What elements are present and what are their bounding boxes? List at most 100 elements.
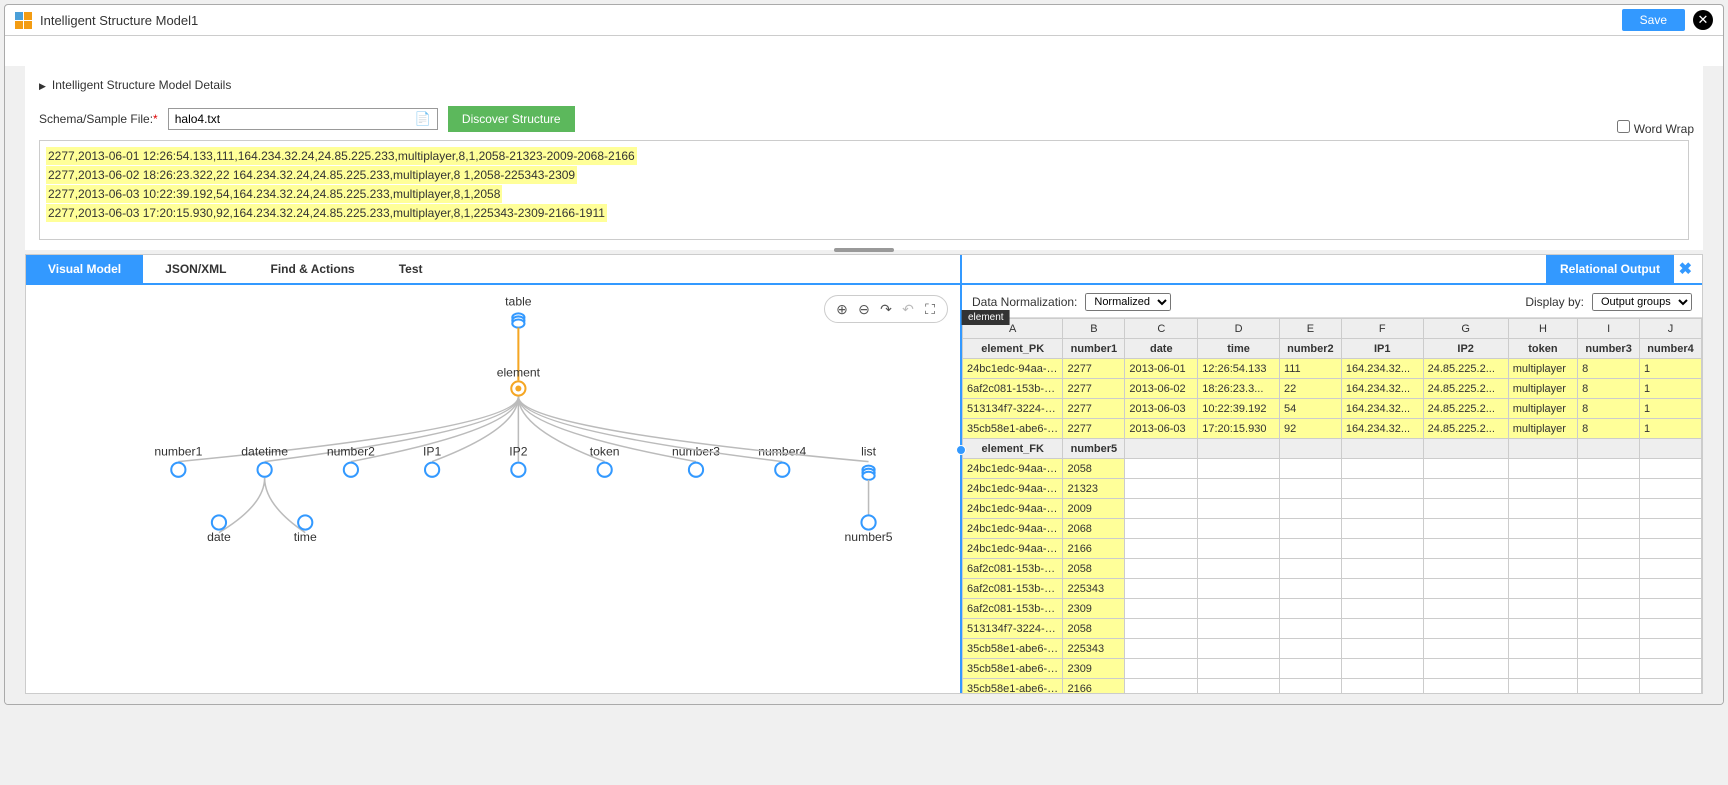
grid-col-header[interactable]: token	[1508, 339, 1577, 359]
zoom-in-icon[interactable]: ⊕	[833, 300, 851, 318]
grid-cell[interactable]: 111	[1279, 359, 1341, 379]
grid-cell[interactable]	[1423, 639, 1508, 659]
grid-cell[interactable]	[1640, 519, 1702, 539]
grid-cell[interactable]	[1640, 499, 1702, 519]
grid-cell[interactable]	[1640, 579, 1702, 599]
close-button[interactable]: ✕	[1693, 10, 1713, 30]
grid-cell[interactable]: 21323	[1063, 479, 1125, 499]
grid-cell[interactable]: 2277	[1063, 419, 1125, 439]
grid-cell[interactable]: 2058	[1063, 559, 1125, 579]
grid-cell[interactable]	[1578, 499, 1640, 519]
grid-cell[interactable]	[1279, 519, 1341, 539]
grid-cell[interactable]: 24.85.225.2...	[1423, 399, 1508, 419]
grid-cell[interactable]	[1640, 459, 1702, 479]
grid-cell[interactable]: 22	[1279, 379, 1341, 399]
undo-icon[interactable]: ↶	[899, 300, 917, 318]
grid-cell[interactable]	[1578, 619, 1640, 639]
grid-cell[interactable]	[1198, 679, 1280, 694]
grid-cell[interactable]: 8	[1578, 399, 1640, 419]
grid-cell[interactable]: multiplayer	[1508, 419, 1577, 439]
grid-cell[interactable]	[1279, 639, 1341, 659]
grid-cell[interactable]: 2277	[1063, 379, 1125, 399]
grid-cell[interactable]: 2309	[1063, 659, 1125, 679]
grid-cell[interactable]: 10:22:39.192	[1198, 399, 1280, 419]
grid-cell[interactable]: 8	[1578, 419, 1640, 439]
grid-cell[interactable]: 35cb58e1-abe6-44ee-bafa-3cff7fe...	[963, 679, 1063, 694]
grid-col-header[interactable]: number5	[1063, 439, 1125, 459]
grid-cell[interactable]	[1198, 619, 1280, 639]
grid-cell[interactable]	[1125, 599, 1198, 619]
grid-cell[interactable]: 164.234.32...	[1341, 419, 1423, 439]
grid-cell[interactable]: 24bc1edc-94aa-413e-a077-d4eb6...	[963, 539, 1063, 559]
schema-file-input[interactable]	[169, 109, 409, 129]
grid-cell[interactable]: 6af2c081-153b-40b5-a1a4-364ea...	[963, 579, 1063, 599]
display-by-select[interactable]: Output groups	[1592, 293, 1692, 311]
grid-cell[interactable]: 8	[1578, 359, 1640, 379]
grid-cell[interactable]	[1423, 499, 1508, 519]
grid-cell[interactable]: 6af2c081-153b-40b5-a1a4-364ea...	[963, 599, 1063, 619]
grid-cell[interactable]: 24.85.225.2...	[1423, 379, 1508, 399]
grid-cell[interactable]: 24.85.225.2...	[1423, 419, 1508, 439]
grid-cell[interactable]	[1640, 659, 1702, 679]
grid-cell[interactable]	[1341, 459, 1423, 479]
grid-cell[interactable]: 24.85.225.2...	[1423, 359, 1508, 379]
grid-cell[interactable]: 2058	[1063, 459, 1125, 479]
grid-cell[interactable]	[1198, 639, 1280, 659]
grid-cell[interactable]: 24bc1edc-94aa-413e-a077-d4eb6...	[963, 519, 1063, 539]
grid-col-header[interactable]: number4	[1640, 339, 1702, 359]
grid-col-header[interactable]: time	[1198, 339, 1280, 359]
grid-cell[interactable]	[1423, 679, 1508, 694]
grid-cell[interactable]: 513134f7-3224-4912-925c-728313...	[963, 619, 1063, 639]
grid-cell[interactable]	[1508, 619, 1577, 639]
grid-cell[interactable]	[1508, 679, 1577, 694]
grid-cell[interactable]	[1640, 639, 1702, 659]
grid-cell[interactable]	[1198, 459, 1280, 479]
vertical-split-handle[interactable]	[834, 248, 894, 252]
grid-cell[interactable]	[1423, 479, 1508, 499]
grid-cell[interactable]	[1279, 499, 1341, 519]
grid-col-header[interactable]: number1	[1063, 339, 1125, 359]
grid-cell[interactable]: 24bc1edc-94aa-413e-a077-d4eb6...	[963, 479, 1063, 499]
grid-cell[interactable]: 18:26:23.3...	[1198, 379, 1280, 399]
grid-cell[interactable]: 2013-06-03	[1125, 399, 1198, 419]
grid-cell[interactable]	[1423, 559, 1508, 579]
grid-cell[interactable]: 1	[1640, 399, 1702, 419]
grid-cell[interactable]: 225343	[1063, 639, 1125, 659]
grid-col-header[interactable]: element_PK	[963, 339, 1063, 359]
redo-icon[interactable]: ↷	[877, 300, 895, 318]
grid-cell[interactable]	[1125, 459, 1198, 479]
grid-cell[interactable]	[1423, 539, 1508, 559]
tab-find-actions[interactable]: Find & Actions	[248, 255, 376, 283]
grid-cell[interactable]	[1341, 599, 1423, 619]
grid-cell[interactable]: 24bc1edc-94aa-413e-a077-d4eb6...	[963, 359, 1063, 379]
grid-cell[interactable]	[1640, 599, 1702, 619]
grid-cell[interactable]: 17:20:15.930	[1198, 419, 1280, 439]
grid-cell[interactable]	[1341, 679, 1423, 694]
grid-cell[interactable]	[1341, 579, 1423, 599]
grid-cell[interactable]: 12:26:54.133	[1198, 359, 1280, 379]
grid-cell[interactable]: 35cb58e1-abe6-44ee-bafa-3cff7fe...	[963, 639, 1063, 659]
grid-cell[interactable]	[1508, 539, 1577, 559]
split-handle-dot[interactable]	[956, 445, 966, 455]
grid-cell[interactable]	[1640, 559, 1702, 579]
grid-cell[interactable]	[1279, 679, 1341, 694]
grid-cell[interactable]	[1125, 619, 1198, 639]
grid-cell[interactable]	[1125, 579, 1198, 599]
grid-cell[interactable]: 1	[1640, 359, 1702, 379]
grid-cell[interactable]	[1125, 479, 1198, 499]
grid-cell[interactable]: 1	[1640, 379, 1702, 399]
grid-cell[interactable]: 2166	[1063, 679, 1125, 694]
grid-cell[interactable]	[1125, 519, 1198, 539]
grid-cell[interactable]: 225343	[1063, 579, 1125, 599]
grid-cell[interactable]	[1198, 499, 1280, 519]
grid-cell[interactable]: 164.234.32...	[1341, 359, 1423, 379]
grid-cell[interactable]: 6af2c081-153b-40b5-a1a4-364ea...	[963, 559, 1063, 579]
grid-col-header[interactable]: number3	[1578, 339, 1640, 359]
grid-cell[interactable]: 35cb58e1-abe6-44ee-bafa-3cff7fe...	[963, 659, 1063, 679]
grid-cell[interactable]	[1125, 559, 1198, 579]
grid-cell[interactable]	[1341, 539, 1423, 559]
tab-json-xml[interactable]: JSON/XML	[143, 255, 248, 283]
grid-cell[interactable]	[1423, 459, 1508, 479]
grid-cell[interactable]: 24bc1edc-94aa-413e-a077-d4eb6...	[963, 499, 1063, 519]
grid-cell[interactable]: 513134f7-3224-4912-925c-728313...	[963, 399, 1063, 419]
